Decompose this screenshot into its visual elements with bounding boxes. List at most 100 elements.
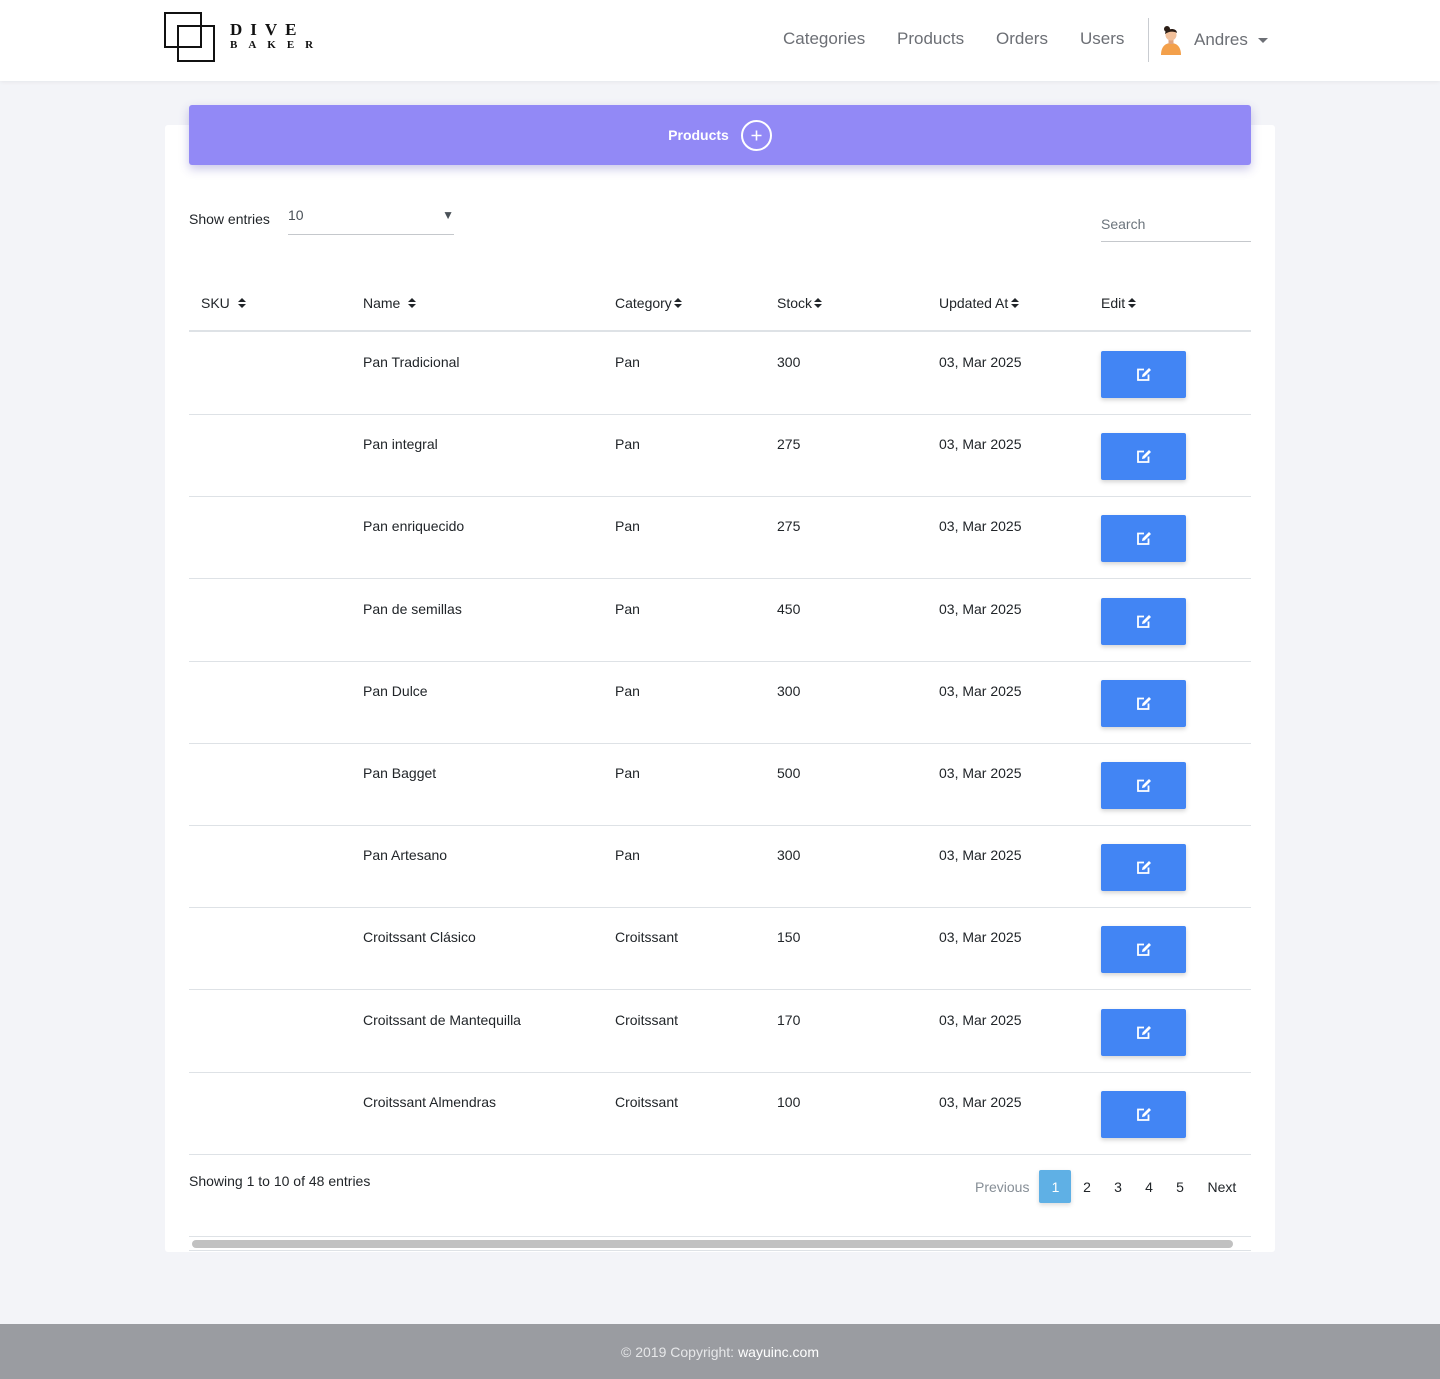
table-info: Showing 1 to 10 of 48 entries — [189, 1173, 371, 1189]
table-row: Pan Dulce Pan 300 03, Mar 2025 — [189, 662, 1251, 744]
column-header-edit[interactable]: Edit — [1101, 295, 1137, 311]
show-entries-label: Show entries — [189, 211, 270, 227]
cell-name: Pan integral — [363, 436, 438, 453]
column-header-stock[interactable]: Stock — [777, 295, 823, 311]
table-row: Pan enriquecido Pan 275 03, Mar 2025 — [189, 497, 1251, 580]
cell-stock: 300 — [777, 682, 801, 699]
navbar: DIVE BAKER Categories Products Orders Us… — [0, 0, 1440, 81]
cell-updated: 03, Mar 2025 — [939, 847, 1022, 864]
column-label: Category — [615, 295, 672, 311]
table-row: Pan de semillas Pan 450 03, Mar 2025 — [189, 580, 1251, 662]
cell-stock: 170 — [777, 1011, 801, 1028]
add-product-button[interactable] — [740, 119, 772, 151]
cell-stock: 275 — [777, 518, 801, 535]
edit-button[interactable] — [1101, 844, 1186, 892]
copyright-text: © 2019 Copyright: — [621, 1343, 735, 1360]
pagination-page-2[interactable]: 2 — [1071, 1170, 1102, 1203]
cell-category: Pan — [615, 765, 640, 781]
pagination-previous[interactable]: Previous — [965, 1170, 1039, 1203]
nav-link-users[interactable]: Users — [1080, 29, 1124, 49]
sort-icon — [1011, 298, 1020, 308]
sort-icon — [408, 298, 417, 308]
cell-category: Croitssant — [615, 1093, 679, 1110]
cell-updated: 03, Mar 2025 — [939, 765, 1022, 781]
cell-updated: 03, Mar 2025 — [939, 929, 1022, 946]
edit-icon — [1136, 532, 1151, 546]
edit-button[interactable] — [1101, 679, 1186, 727]
cell-updated: 03, Mar 2025 — [939, 518, 1022, 535]
edit-button[interactable] — [1101, 515, 1186, 563]
search-input[interactable] — [1101, 206, 1251, 242]
edit-icon — [1136, 450, 1151, 464]
cell-category: Pan — [615, 518, 640, 535]
cell-updated: 03, Mar 2025 — [939, 600, 1022, 617]
edit-icon — [1136, 614, 1151, 628]
brand-line-1: DIVE — [230, 20, 305, 39]
cell-name: Croitssant Almendras — [363, 1093, 497, 1110]
avatar — [1158, 25, 1184, 55]
edit-button[interactable] — [1101, 762, 1186, 809]
edit-button[interactable] — [1101, 1090, 1186, 1138]
cell-category: Croitssant — [615, 1011, 679, 1028]
edit-button[interactable] — [1101, 433, 1186, 481]
brand-line-2: BAKER — [230, 39, 319, 51]
pagination-next[interactable]: Next — [1195, 1170, 1248, 1203]
column-header-updated-at[interactable]: Updated At — [939, 295, 1020, 311]
column-label: Edit — [1101, 295, 1126, 311]
sort-icon — [237, 298, 246, 308]
edit-icon — [1136, 368, 1151, 381]
nav-link-products[interactable]: Products — [897, 29, 964, 49]
pagination-page-4[interactable]: 4 — [1133, 1170, 1164, 1203]
card-header: Products — [189, 105, 1251, 165]
scrollbar-track-border — [189, 1250, 1251, 1251]
sort-icon — [814, 298, 823, 308]
nav-link-orders[interactable]: Orders — [996, 29, 1048, 49]
edit-button[interactable] — [1101, 1008, 1186, 1056]
entries-select[interactable]: 10 ▼ — [288, 203, 454, 235]
edit-button[interactable] — [1101, 926, 1186, 974]
edit-button[interactable] — [1101, 351, 1186, 398]
pagination: Previous 1 2 3 4 5 Next — [965, 1170, 1248, 1203]
horizontal-scrollbar[interactable] — [192, 1240, 1233, 1248]
pagination-page-3[interactable]: 3 — [1102, 1170, 1133, 1203]
column-label: Stock — [777, 295, 813, 311]
page-footer: © 2019 Copyright: wayuinc.com — [0, 1324, 1440, 1379]
nav-divider — [1148, 18, 1149, 62]
edit-button[interactable] — [1101, 597, 1186, 645]
nav-link-categories[interactable]: Categories — [783, 29, 865, 49]
chevron-down-icon — [1257, 37, 1268, 43]
plus-icon — [751, 130, 762, 140]
cell-stock: 300 — [777, 847, 801, 864]
user-name: Andres — [1194, 30, 1248, 49]
user-menu-toggle[interactable]: Andres — [1158, 24, 1268, 56]
edit-icon — [1136, 1025, 1151, 1039]
logo-square-front — [177, 25, 215, 62]
sort-icon — [1128, 298, 1137, 308]
cell-updated: 03, Mar 2025 — [939, 1011, 1022, 1028]
cell-name: Pan de semillas — [363, 600, 462, 617]
column-header-name[interactable]: Name — [363, 295, 417, 311]
cell-category: Pan — [615, 847, 640, 864]
table-row: Croitssant Clásico Croitssant 150 03, Mar 2… — [189, 908, 1251, 991]
table-row: Pan Artesano Pan 300 03, Mar 2025 — [189, 826, 1251, 909]
cell-name: Pan Dulce — [363, 682, 428, 699]
brand-logo[interactable]: DIVE BAKER — [164, 12, 319, 64]
cell-category: Pan — [615, 600, 640, 617]
table-header: SKU Name Category Stock Updated At Edit — [189, 280, 1251, 332]
footer-link[interactable]: wayuinc.com — [738, 1344, 819, 1360]
column-header-sku[interactable]: SKU — [201, 295, 246, 311]
cell-category: Pan — [615, 682, 640, 699]
cell-stock: 300 — [777, 354, 801, 370]
pagination-page-5[interactable]: 5 — [1164, 1170, 1195, 1203]
cell-updated: 03, Mar 2025 — [939, 1093, 1022, 1110]
column-header-category[interactable]: Category — [615, 295, 682, 311]
cell-stock: 100 — [777, 1093, 801, 1110]
pagination-page-1[interactable]: 1 — [1039, 1170, 1072, 1203]
edit-icon — [1136, 696, 1151, 710]
cell-updated: 03, Mar 2025 — [939, 436, 1022, 453]
cell-category: Croitssant — [615, 929, 679, 946]
sort-icon — [673, 298, 682, 308]
cell-category: Pan — [615, 354, 640, 370]
entries-select-value: 10 — [288, 207, 304, 223]
cell-updated: 03, Mar 2025 — [939, 354, 1022, 370]
